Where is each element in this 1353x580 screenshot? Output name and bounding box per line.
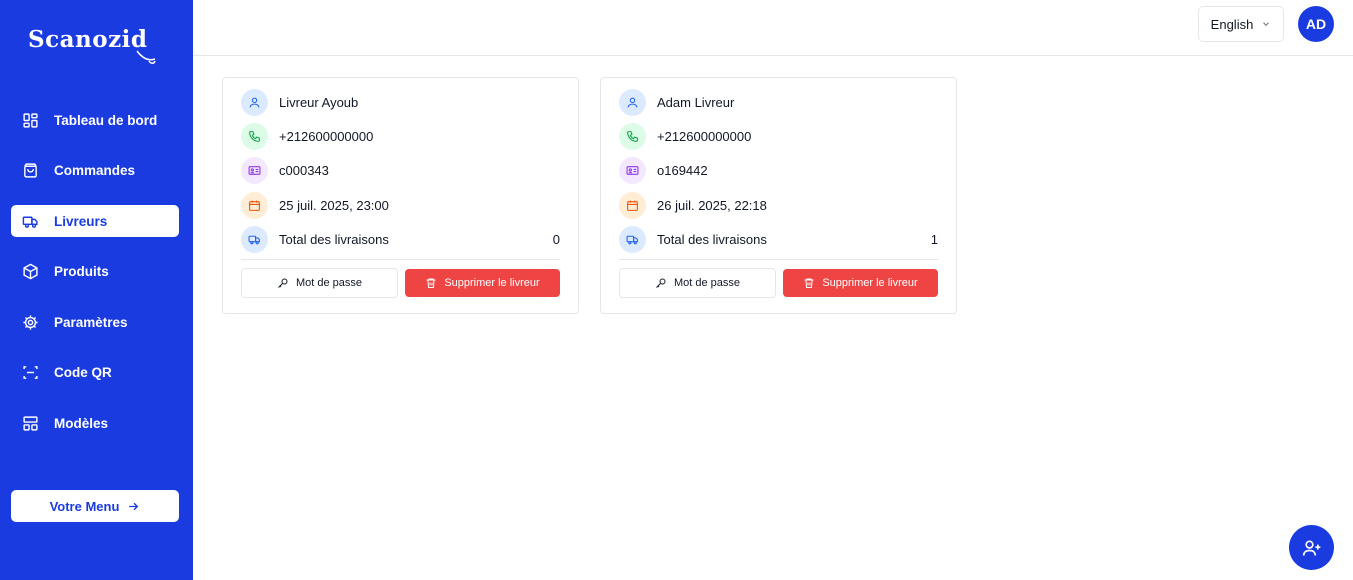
courier-phone: +212600000000: [657, 128, 752, 144]
courier-id-row: c000343: [241, 156, 560, 184]
key-icon: [278, 278, 288, 288]
id-card-icon: [619, 156, 646, 184]
sidebar-item-label: Livreurs: [54, 213, 108, 229]
scan-icon: [23, 366, 38, 380]
sidebar-item-label: Produits: [54, 264, 109, 280]
delete-courier-button[interactable]: Supprimer le livreur: [405, 269, 560, 297]
box-icon: [23, 263, 38, 280]
courier-id-row: o169442: [619, 156, 938, 184]
arrow-right-icon: [129, 502, 139, 510]
truck-icon: [22, 216, 38, 228]
courier-date-row: 25 juil. 2025, 23:00: [241, 191, 560, 219]
password-label: Mot de passe: [295, 277, 363, 289]
courier-phone-row: +212600000000: [241, 122, 560, 150]
sidebar-item-commandes[interactable]: Commandes: [11, 155, 179, 187]
courier-name-row: Livreur Ayoub: [241, 88, 560, 116]
sidebar-item-livreurs[interactable]: Livreurs: [11, 205, 179, 238]
key-icon: [656, 278, 666, 288]
total-count: 0: [552, 231, 560, 247]
logo-flourish-icon: [136, 50, 157, 64]
sidebar: Scanozid Tableau de bord Commandes Livre…: [0, 0, 193, 580]
calendar-icon: [241, 191, 268, 219]
sidebar-item-label: Modèles: [54, 416, 109, 432]
courier-name: Adam Livreur: [657, 94, 735, 110]
courier-date: 26 juil. 2025, 22:18: [657, 197, 767, 213]
courier-card: Adam Livreur +212600000000 o169442 26 ju…: [600, 77, 957, 314]
sidebar-nav: Tableau de bord Commandes Livreurs Produ…: [11, 104, 179, 458]
password-label: Mot de passe: [673, 277, 741, 289]
phone-icon: [241, 122, 268, 150]
sidebar-item-modeles[interactable]: Modèles: [11, 408, 179, 440]
delete-label: Supprimer le livreur: [822, 277, 918, 289]
sidebar-item-code-qr[interactable]: Code QR: [11, 357, 179, 389]
bag-icon: [24, 163, 37, 178]
courier-total-row: Total des livraisons 0: [241, 225, 560, 253]
trash-icon: [804, 278, 814, 288]
votre-menu-button[interactable]: Votre Menu: [11, 490, 179, 522]
calendar-icon: [619, 191, 646, 219]
topbar: English AD: [193, 0, 1353, 56]
password-button[interactable]: Mot de passe: [241, 268, 398, 298]
add-courier-button[interactable]: [1289, 525, 1334, 570]
user-icon: [241, 88, 268, 116]
layout-icon: [23, 416, 38, 431]
sidebar-item-label: Tableau de bord: [54, 112, 158, 128]
votre-menu-label: Votre Menu: [49, 498, 120, 514]
courier-id: c000343: [279, 162, 329, 178]
sidebar-item-produits[interactable]: Produits: [11, 256, 179, 288]
courier-card: Livreur Ayoub +212600000000 c000343 25 j…: [222, 77, 579, 314]
gear-icon: [23, 315, 38, 330]
total-count: 1: [930, 231, 938, 247]
courier-id: o169442: [657, 162, 708, 178]
courier-date-row: 26 juil. 2025, 22:18: [619, 191, 938, 219]
brand-logo[interactable]: Scanozid: [28, 26, 157, 64]
id-card-icon: [241, 156, 268, 184]
truck-icon: [241, 225, 268, 253]
user-plus-icon: [1302, 540, 1320, 556]
courier-name-row: Adam Livreur: [619, 88, 938, 116]
divider: [241, 259, 560, 260]
language-label: English: [1210, 16, 1254, 32]
sidebar-item-parametres[interactable]: Paramètres: [11, 306, 179, 338]
courier-phone: +212600000000: [279, 128, 374, 144]
courier-total-row: Total des livraisons 1: [619, 225, 938, 253]
courier-phone-row: +212600000000: [619, 122, 938, 150]
brand-name: Scanozid: [28, 26, 148, 53]
trash-icon: [426, 278, 436, 288]
avatar[interactable]: AD: [1298, 6, 1334, 42]
sidebar-item-label: Paramètres: [54, 314, 128, 330]
delete-courier-button[interactable]: Supprimer le livreur: [783, 269, 938, 297]
user-icon: [619, 88, 646, 116]
language-select[interactable]: English: [1198, 6, 1284, 42]
total-label: Total des livraisons: [657, 231, 767, 247]
sidebar-item-label: Code QR: [54, 365, 112, 381]
sidebar-item-tableau-de-bord[interactable]: Tableau de bord: [11, 104, 179, 136]
total-label: Total des livraisons: [279, 231, 389, 247]
divider: [619, 259, 938, 260]
phone-icon: [619, 122, 646, 150]
chevron-down-icon: [1263, 22, 1270, 26]
courier-name: Livreur Ayoub: [279, 94, 359, 110]
truck-icon: [619, 225, 646, 253]
password-button[interactable]: Mot de passe: [619, 268, 776, 298]
sidebar-item-label: Commandes: [54, 163, 136, 179]
delete-label: Supprimer le livreur: [444, 277, 540, 289]
courier-date: 25 juil. 2025, 23:00: [279, 197, 389, 213]
grid-icon: [23, 112, 38, 128]
